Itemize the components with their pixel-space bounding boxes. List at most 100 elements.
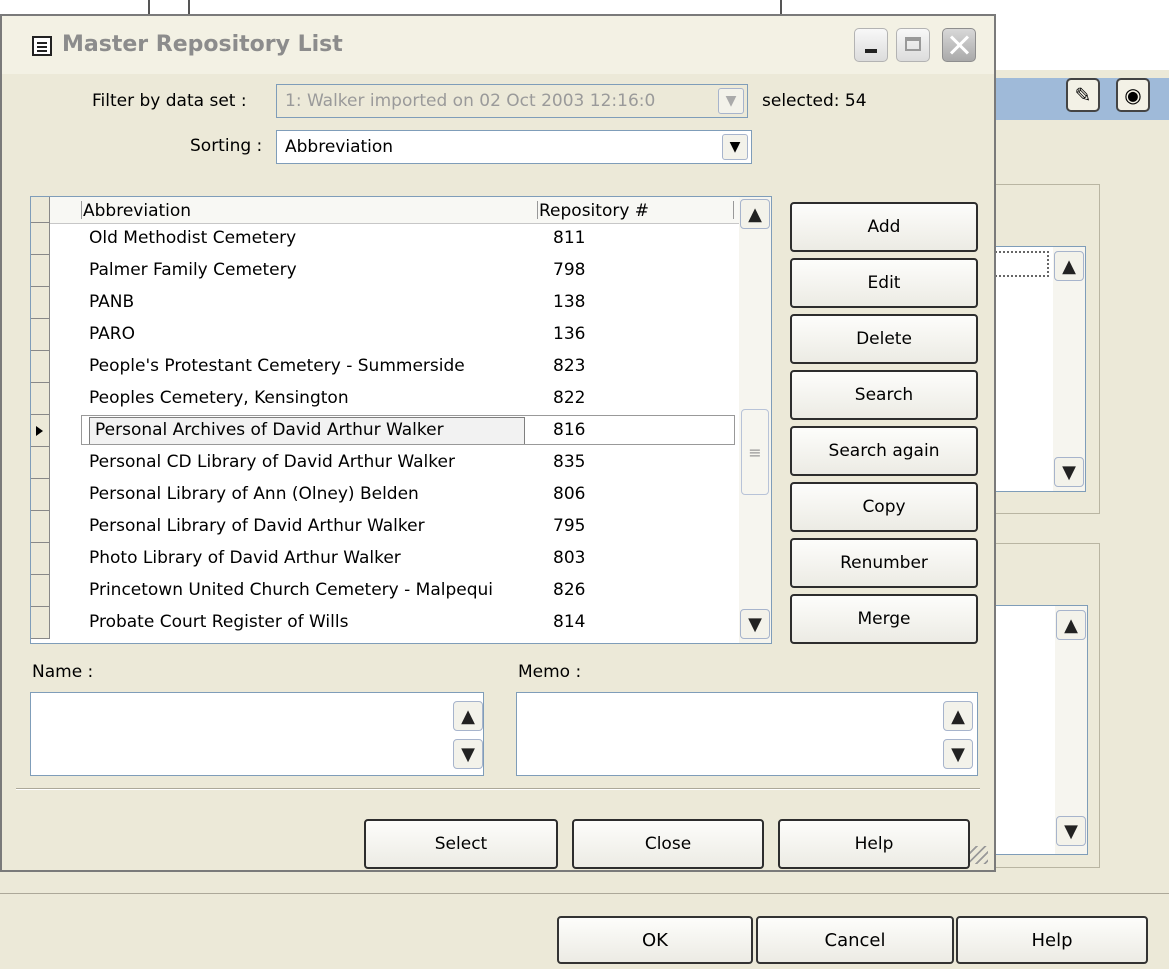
cell-repository-number: 823 — [553, 356, 586, 376]
row-selector[interactable] — [31, 575, 50, 607]
scroll-thumb-grip-icon[interactable]: ≡ — [741, 409, 769, 495]
cell-abbreviation: Personal Library of Ann (Olney) Belden — [89, 484, 419, 504]
grid-header: Abbreviation Repository # — [31, 197, 739, 224]
column-header-abbreviation[interactable]: Abbreviation — [83, 201, 191, 221]
cell-abbreviation: Personal Library of David Arthur Walker — [89, 516, 425, 536]
edit-button[interactable]: Edit — [790, 258, 978, 308]
scroll-up-icon[interactable]: ▲ — [1056, 610, 1086, 640]
help-button[interactable]: Help — [778, 819, 970, 869]
scroll-up-icon[interactable]: ▲ — [943, 701, 973, 731]
cell-abbreviation: People's Protestant Cemetery - Summersid… — [89, 356, 465, 376]
table-row[interactable]: Photo Library of David Arthur Walker 803 — [51, 543, 739, 575]
sorting-select[interactable]: Abbreviation ▼ — [276, 130, 752, 164]
filter-dataset-select[interactable]: 1: Walker imported on 02 Oct 2003 12:16:… — [276, 84, 748, 118]
parent-help-button[interactable]: Help — [956, 916, 1148, 964]
column-header-repository-number[interactable]: Repository # — [539, 201, 649, 221]
cell-repository-number: 138 — [553, 292, 586, 312]
parent-list-focus — [991, 251, 1049, 277]
close-icon[interactable] — [942, 28, 976, 62]
renumber-button[interactable]: Renumber — [790, 538, 978, 588]
cell-repository-number: 136 — [553, 324, 586, 344]
current-row-outline — [81, 415, 735, 445]
cell-repository-number: 795 — [553, 516, 586, 536]
table-row[interactable]: People's Protestant Cemetery - Summersid… — [51, 351, 739, 383]
select-button[interactable]: Select — [364, 819, 558, 869]
table-row[interactable]: Princetown United Church Cemetery - Malp… — [51, 575, 739, 607]
search-again-button[interactable]: Search again — [790, 426, 978, 476]
memo-label: Memo : — [518, 662, 582, 682]
cancel-button[interactable]: Cancel — [756, 916, 954, 964]
parent-list-lower[interactable]: ▲ ▼ — [990, 605, 1088, 855]
table-row[interactable]: PARO 136 — [51, 319, 739, 351]
name-label: Name : — [32, 662, 94, 682]
merge-button[interactable]: Merge — [790, 594, 978, 644]
parent-list-scrollbar[interactable]: ▲ ▼ — [1055, 606, 1087, 854]
table-row[interactable]: PANB 138 — [51, 287, 739, 319]
column-separator — [81, 201, 82, 219]
scroll-up-icon[interactable]: ▲ — [740, 199, 770, 229]
table-row[interactable]: Personal Library of Ann (Olney) Belden 80… — [51, 479, 739, 511]
scroll-down-icon[interactable]: ▼ — [1054, 457, 1084, 487]
row-selector[interactable] — [31, 255, 50, 287]
cell-repository-number: 811 — [553, 228, 586, 248]
scroll-down-icon[interactable]: ▼ — [453, 739, 483, 769]
ok-button[interactable]: OK — [557, 916, 753, 964]
parent-list-upper[interactable]: ▲ ▼ — [990, 246, 1086, 492]
search-button[interactable]: Search — [790, 370, 978, 420]
copy-button[interactable]: Copy — [790, 482, 978, 532]
close-button[interactable]: Close — [572, 819, 764, 869]
maximize-icon[interactable] — [896, 28, 930, 62]
add-button[interactable]: Add — [790, 202, 978, 252]
row-selector[interactable] — [31, 383, 50, 415]
notes-icon[interactable]: ✎ — [1066, 78, 1100, 112]
row-selector[interactable] — [31, 511, 50, 543]
row-selector[interactable] — [31, 319, 50, 351]
row-selector[interactable] — [31, 447, 50, 479]
cell-repository-number: 835 — [553, 452, 586, 472]
row-selector[interactable] — [31, 223, 50, 255]
cell-abbreviation: PANB — [89, 292, 135, 312]
table-row[interactable]: Old Methodist Cemetery 811 — [51, 223, 739, 255]
row-selector[interactable] — [31, 543, 50, 575]
name-field[interactable]: ▲ ▼ — [30, 692, 484, 776]
footer-divider — [16, 788, 980, 789]
row-selector[interactable] — [31, 351, 50, 383]
master-repository-dialog: Master Repository List Filter by data se… — [0, 14, 996, 872]
chevron-down-icon[interactable]: ▼ — [722, 134, 748, 160]
scroll-down-icon[interactable]: ▼ — [740, 609, 770, 639]
row-selector[interactable] — [31, 287, 50, 319]
chevron-down-icon[interactable]: ▼ — [718, 88, 744, 114]
scroll-down-icon[interactable]: ▼ — [1056, 816, 1086, 846]
scroll-down-icon[interactable]: ▼ — [943, 739, 973, 769]
row-selector[interactable] — [31, 479, 50, 511]
cell-repository-number: 814 — [553, 612, 586, 632]
table-row[interactable]: Probate Court Register of Wills 814 — [51, 607, 739, 639]
table-row[interactable]: Personal Library of David Arthur Walker 7… — [51, 511, 739, 543]
scroll-up-icon[interactable]: ▲ — [1054, 251, 1084, 281]
cell-abbreviation: Palmer Family Cemetery — [89, 260, 297, 280]
cell-abbreviation: Probate Court Register of Wills — [89, 612, 349, 632]
cell-repository-number: 826 — [553, 580, 586, 600]
list-window-icon — [32, 36, 52, 56]
sorting-value: Abbreviation — [285, 137, 394, 157]
camera-icon[interactable]: ◉ — [1116, 78, 1150, 112]
filter-dataset-value: 1: Walker imported on 02 Oct 2003 12:16:… — [285, 91, 656, 111]
scroll-up-icon[interactable]: ▲ — [453, 701, 483, 731]
row-selector[interactable] — [31, 607, 50, 639]
resize-grip-icon[interactable] — [970, 846, 988, 864]
column-separator — [537, 201, 538, 219]
table-row[interactable]: Peoples Cemetery, Kensington 822 — [51, 383, 739, 415]
repository-grid[interactable]: Abbreviation Repository # Old Methodist … — [30, 196, 772, 644]
parent-list-scrollbar[interactable]: ▲ ▼ — [1053, 247, 1085, 491]
dialog-title: Master Repository List — [62, 32, 343, 57]
minimize-icon[interactable] — [854, 28, 888, 62]
table-row[interactable]: Personal CD Library of David Arthur Walk… — [51, 447, 739, 479]
grid-scrollbar[interactable]: ▲ ≡ ▼ — [739, 197, 771, 643]
row-selector[interactable] — [31, 415, 50, 447]
table-row[interactable]: Palmer Family Cemetery 798 — [51, 255, 739, 287]
cell-repository-number: 822 — [553, 388, 586, 408]
cell-abbreviation: PARO — [89, 324, 135, 344]
title-bar[interactable]: Master Repository List — [2, 16, 994, 74]
memo-field[interactable]: ▲ ▼ — [516, 692, 978, 776]
delete-button[interactable]: Delete — [790, 314, 978, 364]
